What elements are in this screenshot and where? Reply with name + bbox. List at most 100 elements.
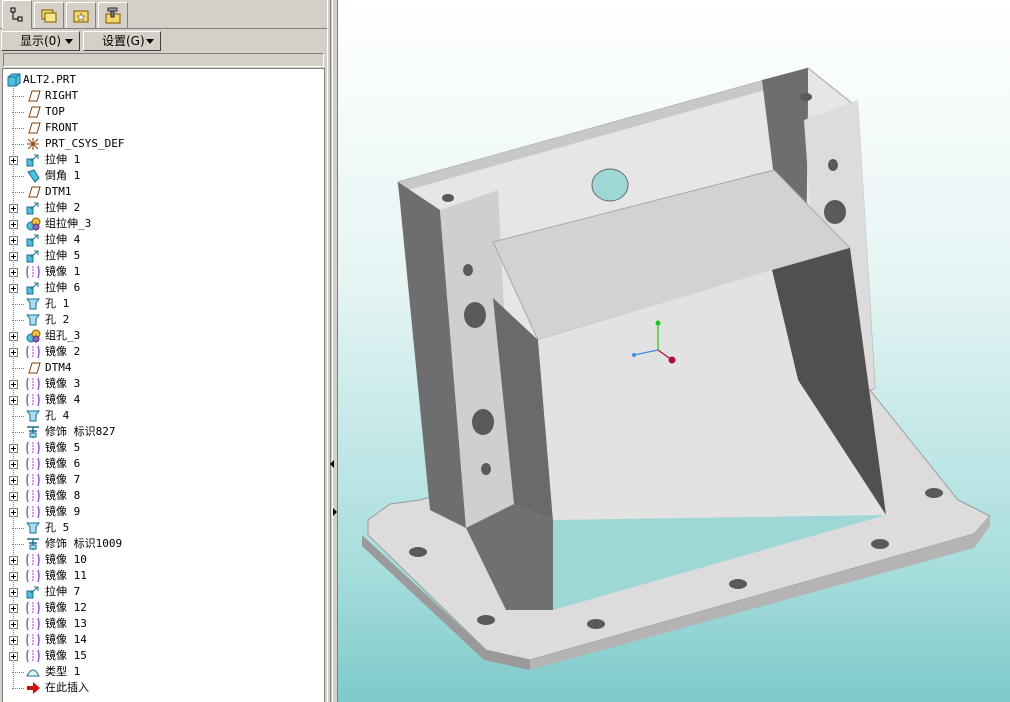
expand-toggle-icon[interactable]: [9, 556, 18, 565]
expand-toggle-icon[interactable]: [9, 252, 18, 261]
expand-toggle-icon[interactable]: [9, 156, 18, 165]
tree-item[interactable]: 在此插入: [3, 680, 323, 696]
tree-item[interactable]: 镜像 5: [3, 440, 323, 456]
expand-toggle-icon[interactable]: [9, 604, 18, 613]
tree-item[interactable]: 孔 4: [3, 408, 323, 424]
tree-item[interactable]: 拉伸 1: [3, 152, 323, 168]
tree-item[interactable]: 拉伸 2: [3, 200, 323, 216]
tree-item[interactable]: 镜像 11: [3, 568, 323, 584]
pattern-icon: [26, 669, 40, 677]
tree-item[interactable]: 拉伸 7: [3, 584, 323, 600]
tree-item[interactable]: 孔 2: [3, 312, 323, 328]
expand-toggle-icon[interactable]: [9, 220, 18, 229]
tree-item[interactable]: 组拉伸_3: [3, 216, 323, 232]
expand-toggle-icon[interactable]: [9, 508, 18, 517]
settings-menu-button[interactable]: 设置(G): [83, 31, 161, 51]
expand-toggle-icon[interactable]: [9, 476, 18, 485]
tree-item[interactable]: 类型 1: [3, 664, 323, 680]
expand-toggle-icon[interactable]: [9, 444, 18, 453]
tree-connector: [12, 144, 24, 145]
expand-toggle-icon[interactable]: [9, 348, 18, 357]
expand-toggle-icon[interactable]: [9, 380, 18, 389]
tree-item-label: 镜像 10: [45, 553, 87, 566]
tree-item-label: 镜像 15: [45, 649, 87, 662]
tree-item[interactable]: RIGHT: [3, 88, 323, 104]
tree-item[interactable]: 倒角 1: [3, 168, 323, 184]
tree-item[interactable]: 拉伸 4: [3, 232, 323, 248]
tree-item[interactable]: DTM4: [3, 360, 323, 376]
tree-item-label: 拉伸 7: [45, 585, 81, 598]
tree-item-label: 镜像 11: [45, 569, 87, 582]
tree-item-label: 组拉伸_3: [45, 217, 92, 230]
hole-icon: [26, 522, 40, 534]
tree-item[interactable]: PRT_CSYS_DEF: [3, 136, 323, 152]
expand-toggle-icon[interactable]: [9, 396, 18, 405]
expand-toggle-icon[interactable]: [9, 460, 18, 469]
cosmetic-icon: [27, 538, 39, 550]
favorites-tab[interactable]: [66, 2, 96, 28]
tree-item[interactable]: FRONT: [3, 120, 323, 136]
tree-item[interactable]: 镜像 13: [3, 616, 323, 632]
expand-toggle-icon[interactable]: [9, 652, 18, 661]
group-icon: [26, 329, 41, 343]
tree-item-label: 镜像 14: [45, 633, 87, 646]
csys-icon: [27, 138, 39, 150]
tree-item[interactable]: 镜像 7: [3, 472, 323, 488]
tree-item[interactable]: 镜像 2: [3, 344, 323, 360]
panel-splitter[interactable]: [327, 0, 338, 702]
tree-item[interactable]: 拉伸 5: [3, 248, 323, 264]
expand-toggle-icon[interactable]: [9, 268, 18, 277]
dropdown-arrow-icon: [65, 39, 73, 44]
tree-item[interactable]: 镜像 12: [3, 600, 323, 616]
tree-item[interactable]: 孔 1: [3, 296, 323, 312]
tree-item[interactable]: 镜像 14: [3, 632, 323, 648]
insert-here-icon: [27, 682, 40, 694]
graphics-viewport[interactable]: [338, 0, 1010, 702]
tree-filter-field[interactable]: [3, 53, 324, 67]
expand-toggle-icon[interactable]: [9, 332, 18, 341]
extrude-icon: [26, 154, 39, 167]
expand-toggle-icon[interactable]: [9, 284, 18, 293]
tree-item[interactable]: 镜像 8: [3, 488, 323, 504]
tree-item-label: 类型 1: [45, 665, 81, 678]
tree-item[interactable]: 镜像 3: [3, 376, 323, 392]
model-tree-tab[interactable]: [2, 0, 32, 29]
model-3d-render[interactable]: [338, 0, 1010, 702]
tree-item[interactable]: 镜像 1: [3, 264, 323, 280]
tree-item[interactable]: 镜像 4: [3, 392, 323, 408]
tree-item[interactable]: DTM1: [3, 184, 323, 200]
mirror-icon: [26, 473, 40, 487]
expand-right-icon[interactable]: [333, 508, 337, 516]
expand-toggle-icon[interactable]: [9, 492, 18, 501]
tree-item[interactable]: 镜像 6: [3, 456, 323, 472]
model-tree[interactable]: ALT2.PRT RIGHT TOP FRONT PRT_CSYS_DEF 拉伸 1 倒角…: [2, 68, 325, 702]
tree-item-label: RIGHT: [45, 89, 79, 102]
tree-item[interactable]: 孔 5: [3, 520, 323, 536]
tree-item[interactable]: 拉伸 6: [3, 280, 323, 296]
expand-toggle-icon[interactable]: [9, 204, 18, 213]
tree-connector: [12, 688, 24, 689]
folder-browser-tab[interactable]: [34, 2, 64, 28]
tree-item[interactable]: TOP: [3, 104, 323, 120]
extrude-icon: [26, 586, 39, 599]
tree-item[interactable]: 镜像 15: [3, 648, 323, 664]
tree-item-label: 倒角 1: [45, 169, 81, 182]
tree-connector: [12, 432, 24, 433]
expand-toggle-icon[interactable]: [9, 588, 18, 597]
tree-connector: [12, 96, 24, 97]
tree-item[interactable]: 修饰 标识827: [3, 424, 323, 440]
expand-toggle-icon[interactable]: [9, 620, 18, 629]
expand-toggle-icon[interactable]: [9, 572, 18, 581]
tree-item[interactable]: 修饰 标识1009: [3, 536, 323, 552]
mirror-icon: [26, 569, 40, 583]
expand-toggle-icon[interactable]: [9, 636, 18, 645]
tree-item[interactable]: 镜像 10: [3, 552, 323, 568]
collapse-left-icon[interactable]: [330, 460, 334, 468]
tree-item[interactable]: 镜像 9: [3, 504, 323, 520]
extrude-icon: [26, 282, 39, 295]
connections-tab[interactable]: [98, 2, 128, 28]
tree-item[interactable]: 组孔_3: [3, 328, 323, 344]
tree-root-item[interactable]: ALT2.PRT: [3, 72, 323, 88]
show-menu-button[interactable]: 显示(0): [1, 31, 80, 51]
expand-toggle-icon[interactable]: [9, 236, 18, 245]
